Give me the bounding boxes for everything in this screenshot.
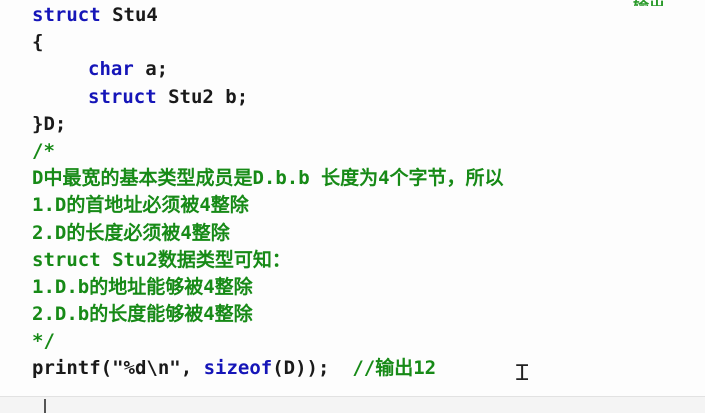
comment-line-3: 2.D的长度必须被4整除: [32, 221, 230, 244]
comment-line-5: 1.D.b的地址能够被4整除: [32, 275, 253, 298]
printf-call: printf("%d\n",: [32, 357, 204, 380]
keyword-char: char: [88, 58, 134, 81]
code-line-printf: printf("%d\n", sizeof(D)); //输出12: [32, 355, 705, 382]
member-a: a;: [133, 58, 169, 81]
sizeof-arg: (D));: [272, 357, 353, 380]
keyword-struct: struct: [88, 85, 157, 108]
keyword-struct: struct: [32, 4, 101, 26]
comment-line-6: 2.D.b的长度能够被4整除: [32, 303, 253, 326]
code-line-2: {: [32, 31, 44, 54]
horizontal-scrollbar[interactable]: [0, 396, 705, 413]
comment-close: */: [32, 330, 55, 353]
comment-open: /*: [32, 139, 55, 162]
code-area[interactable]: struct Stu4 { char a; struct Stu2 b; }D;…: [32, 2, 705, 383]
code-line-1: struct Stu4: [32, 2, 705, 29]
struct-name: Stu4: [100, 4, 158, 26]
code-line-3: char a;: [32, 56, 705, 83]
code-line-5: }D;: [32, 112, 67, 135]
code-line-4: struct Stu2 b;: [32, 84, 705, 111]
member-b: Stu2 b;: [156, 85, 249, 108]
comment-line-2: 1.D的首地址必须被4整除: [32, 194, 249, 217]
code-editor[interactable]: 输出 struct Stu4 { char a; struct Stu2 b; …: [0, 0, 705, 413]
text-cursor-icon: Ɪ: [516, 361, 529, 386]
scrollbar-marker: [44, 399, 46, 413]
comment-line-1: D中最宽的基本类型成员是D.b.b 长度为4个字节，所以: [32, 167, 504, 190]
comment-line-4: struct Stu2数据类型可知：: [32, 248, 291, 271]
output-comment: //输出12: [352, 357, 437, 380]
keyword-sizeof: sizeof: [203, 357, 273, 380]
